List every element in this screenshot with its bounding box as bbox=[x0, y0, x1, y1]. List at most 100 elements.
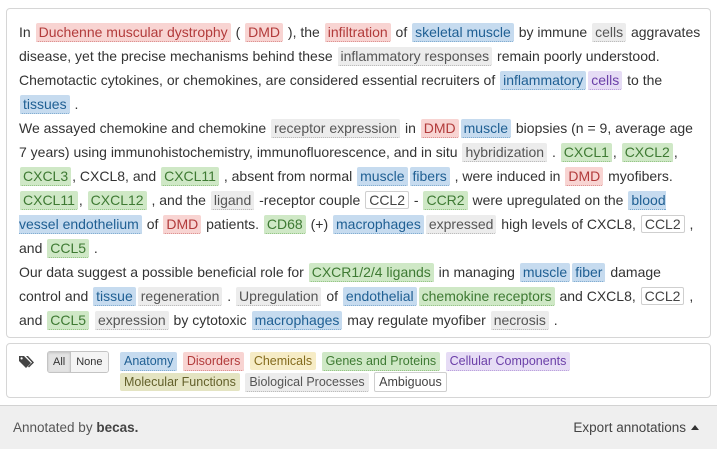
term-anatomy[interactable]: muscle bbox=[519, 263, 571, 282]
term-anatomy[interactable]: tissues bbox=[20, 95, 70, 114]
text: We assayed chemokine and chemokine bbox=[19, 120, 271, 136]
text: Our data suggest a possible beneficial r… bbox=[19, 264, 308, 280]
term-disorder[interactable]: DMD bbox=[420, 119, 459, 138]
text: In bbox=[19, 24, 35, 40]
term-biological-process[interactable]: expressed bbox=[425, 215, 497, 234]
text: to the bbox=[623, 72, 663, 88]
legend-chemicals[interactable]: Chemicals bbox=[249, 352, 317, 370]
annotated-prefix: Annotated by bbox=[13, 420, 97, 435]
text: . bbox=[549, 312, 558, 328]
becas-brand[interactable]: becas. bbox=[96, 420, 138, 435]
legend-panel: All None Anatomy Disorders Chemicals Gen… bbox=[6, 343, 711, 398]
term-gene[interactable]: CXCL11 bbox=[20, 191, 78, 210]
text: may regulate myofiber bbox=[343, 312, 490, 328]
term-anatomy[interactable]: muscle bbox=[357, 167, 408, 186]
text: myofibers. bbox=[604, 168, 673, 184]
legend-disorders[interactable]: Disorders bbox=[182, 352, 245, 371]
term-anatomy[interactable]: fiber bbox=[572, 263, 606, 282]
text: (+) bbox=[306, 216, 332, 232]
term-biological-process[interactable]: Upregulation bbox=[236, 287, 322, 306]
text: were upregulated on the bbox=[468, 192, 628, 208]
footer-bar: Annotated by becas. Export annotations bbox=[0, 405, 717, 449]
legend-molecular-functions[interactable]: Molecular Functions bbox=[120, 373, 240, 391]
term-disorder[interactable]: DMD bbox=[163, 215, 202, 234]
legend-cellular-components[interactable]: Cellular Components bbox=[445, 352, 571, 371]
term-biological-process[interactable]: inflammatory responses bbox=[337, 47, 493, 66]
term-ambiguous[interactable]: CCL2 bbox=[640, 215, 685, 233]
text: ), the bbox=[284, 24, 324, 40]
text: , absent from normal bbox=[219, 168, 357, 184]
text: - bbox=[410, 192, 423, 208]
select-none-button[interactable]: None bbox=[71, 352, 108, 372]
term-cellular-component[interactable]: cells bbox=[588, 71, 623, 90]
paragraph-3: Our data suggest a possible beneficial r… bbox=[19, 260, 704, 332]
tags-icon bbox=[19, 356, 34, 368]
term-gene[interactable]: CXCR1/2/4 ligands bbox=[308, 263, 434, 282]
paragraph-2: We assayed chemokine and chemokine recep… bbox=[19, 119, 694, 258]
text: , CXCL8, and bbox=[72, 168, 161, 184]
term-biological-process[interactable]: necrosis bbox=[490, 311, 549, 330]
term-gene[interactable]: CXCL12 bbox=[87, 191, 147, 210]
text: -receptor couple bbox=[255, 192, 365, 208]
text: of bbox=[322, 288, 342, 304]
term-anatomy[interactable]: muscle bbox=[460, 119, 511, 138]
text: in managing bbox=[434, 264, 519, 280]
text: . bbox=[70, 96, 79, 112]
term-gene[interactable]: CXCL1 bbox=[560, 143, 612, 162]
term-ambiguous[interactable]: CCL2 bbox=[640, 287, 685, 305]
text: , were induced in bbox=[450, 168, 565, 184]
term-biological-process[interactable]: expression bbox=[94, 311, 169, 330]
export-label: Export annotations bbox=[573, 420, 686, 435]
term-anatomy[interactable]: cells bbox=[592, 23, 627, 42]
term-biological-process[interactable]: receptor expression bbox=[271, 119, 401, 138]
term-gene[interactable]: CXCL11 bbox=[161, 167, 219, 186]
term-disorder[interactable]: Duchenne muscular dystrophy bbox=[35, 23, 231, 42]
legend-ambiguous[interactable]: Ambiguous bbox=[374, 372, 447, 392]
text: of bbox=[142, 216, 163, 232]
term-gene[interactable]: CCR2 bbox=[423, 191, 468, 210]
text: of bbox=[391, 24, 412, 40]
term-gene[interactable]: chemokine receptors bbox=[418, 287, 555, 306]
text: . bbox=[90, 240, 98, 256]
text: in bbox=[401, 120, 420, 136]
text: . bbox=[223, 288, 236, 304]
text: ( bbox=[231, 24, 245, 40]
text: by cytotoxic bbox=[169, 312, 251, 328]
term-anatomy[interactable]: macrophages bbox=[251, 311, 343, 330]
term-anatomy[interactable]: tissue bbox=[93, 287, 136, 306]
term-gene[interactable]: CXCL2 bbox=[621, 143, 673, 162]
term-gene[interactable]: CD68 bbox=[263, 215, 306, 234]
text: , and the bbox=[147, 192, 210, 208]
text: by immune bbox=[514, 24, 592, 40]
term-anatomy[interactable]: endothelial bbox=[342, 287, 417, 306]
term-gene[interactable]: CXCL3 bbox=[20, 167, 72, 186]
term-disorder[interactable]: DMD bbox=[245, 23, 284, 42]
abstract-panel: In Duchenne muscular dystrophy ( DMD ), … bbox=[6, 8, 711, 338]
abstract-text: In Duchenne muscular dystrophy ( DMD ), … bbox=[19, 20, 704, 332]
term-gene[interactable]: CCL5 bbox=[47, 311, 90, 330]
legend-genes-proteins[interactable]: Genes and Proteins bbox=[321, 352, 441, 371]
term-ambiguous[interactable]: CCL2 bbox=[365, 191, 409, 209]
term-anatomy[interactable]: inflammatory bbox=[500, 71, 587, 90]
text: and CXCL8, bbox=[555, 288, 640, 304]
term-biological-process[interactable]: regeneration bbox=[137, 287, 223, 306]
term-biological-process[interactable]: ligand bbox=[210, 191, 255, 210]
term-disorder[interactable]: infiltration bbox=[324, 23, 391, 42]
term-gene[interactable]: CCL5 bbox=[47, 239, 90, 258]
legend-anatomy[interactable]: Anatomy bbox=[120, 352, 178, 371]
annotated-by: Annotated by becas. bbox=[13, 420, 138, 435]
select-toggle-group: All None bbox=[47, 351, 109, 373]
text: high levels of CXCL8, bbox=[497, 216, 640, 232]
text: . bbox=[548, 144, 556, 160]
text: patients. bbox=[202, 216, 263, 232]
paragraph-1: In Duchenne muscular dystrophy ( DMD ), … bbox=[19, 20, 704, 116]
term-anatomy[interactable]: skeletal muscle bbox=[412, 23, 514, 42]
term-anatomy[interactable]: fibers bbox=[409, 167, 450, 186]
term-biological-process[interactable]: hybridization bbox=[462, 143, 548, 162]
term-anatomy[interactable]: macrophages bbox=[333, 215, 424, 234]
select-all-button[interactable]: All bbox=[48, 352, 72, 372]
export-annotations-button[interactable]: Export annotations bbox=[573, 420, 699, 435]
legend-biological-processes[interactable]: Biological Processes bbox=[245, 373, 369, 392]
legend-items: Anatomy Disorders Chemicals Genes and Pr… bbox=[120, 351, 600, 393]
term-disorder[interactable]: DMD bbox=[565, 167, 604, 186]
